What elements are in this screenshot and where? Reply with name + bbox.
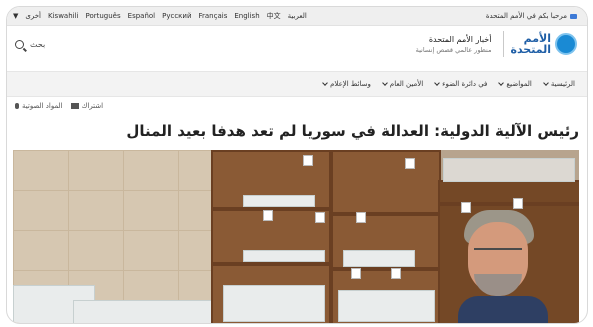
photo-paper-stack [343,250,415,267]
nav-items: الرئيسية المواضيع في دائرة الضوء الأمين … [322,80,587,88]
un-logo-text: الأمم المتحدة [510,33,551,55]
mail-icon [70,103,79,109]
audio-label: المواد الصوتية [22,102,63,110]
photo-label-tag [303,155,313,166]
nav-label: الرئيسية [550,80,575,88]
language-bar: ▼ أخرى Kiswahili Português Español Русск… [7,7,587,26]
nav-label: في دائرة الضوء [442,80,488,88]
nav-item-home[interactable]: الرئيسية [543,80,575,88]
site-title-block: أخبار الأمم المتحدة منظور عالمي قصص إنسا… [416,35,492,54]
nav-label: الأمين العام [389,80,424,88]
photo-person-beard [474,274,522,296]
nav-item-media[interactable]: وسائط الإعلام [322,80,371,88]
search-button[interactable]: بحث [15,40,45,49]
photo-paper-stack [243,195,315,207]
photo-label-tag [351,268,361,279]
language-list: ▼ أخرى Kiswahili Português Español Русск… [7,11,307,21]
un-emblem-icon [555,33,577,55]
subscribe-link[interactable]: اشتراك [70,102,104,110]
language-more[interactable]: أخرى [25,12,41,20]
photo-paper-stack [243,250,325,262]
language-espanol[interactable]: Español [128,12,155,20]
chevron-down-icon [322,80,328,86]
chevron-down-icon [382,80,388,86]
share-row: المواد الصوتية اشتراك [15,102,103,110]
photo-label-tag [513,198,523,209]
subscribe-label: اشتراك [81,102,104,110]
photo-label-tag [391,268,401,279]
photo-person-shirt [458,296,548,323]
chevron-down-icon [434,80,441,86]
nav-item-spotlight[interactable]: في دائرة الضوء [434,80,488,88]
nav-label: المواضيع [506,80,532,88]
nav-label: وسائط الإعلام [330,80,371,88]
un-flag-icon [570,13,577,19]
photo-label-tag [405,158,415,169]
brand[interactable]: الأمم المتحدة أخبار الأمم المتحدة منظور … [416,31,577,57]
chevron-down-icon[interactable]: ▼ [13,12,18,20]
audio-link[interactable]: المواد الصوتية [15,102,63,110]
brand-header: بحث الأمم المتحدة أخبار الأمم المتحدة من… [7,26,587,70]
search-icon [15,40,24,49]
language-french[interactable]: Français [199,12,228,20]
photo-paper-stack [443,158,575,182]
language-arabic[interactable]: العربية [288,12,307,20]
chevron-down-icon [498,80,505,86]
photo-paper-stack [223,285,325,322]
photo-shelf-board [213,262,329,266]
welcome-text: مرحبا بكم في الأمم المتحدة [485,12,567,20]
nav-item-topics[interactable]: المواضيع [498,80,532,88]
photo-paper-stack [73,300,215,323]
photo-label-tag [356,212,366,223]
chevron-down-icon [543,80,549,86]
photo-shelf-board [333,212,439,216]
search-label: بحث [30,40,46,49]
site-title: أخبار الأمم المتحدة [428,34,492,44]
photo-shelf-board [333,267,439,271]
photo-label-tag [315,212,325,223]
welcome-message[interactable]: مرحبا بكم في الأمم المتحدة [486,12,587,20]
language-chinese[interactable]: 中文 [267,11,281,21]
article-headline: رئيس الآلية الدولية: العدالة في سوريا لم… [126,122,579,140]
language-russian[interactable]: Русский [162,12,191,20]
language-portugues[interactable]: Português [85,12,120,20]
article-photo [13,150,579,323]
language-english[interactable]: English [234,12,259,20]
photo-paper-stack [338,290,435,322]
page-card: ▼ أخرى Kiswahili Português Español Русск… [6,6,588,324]
site-subtitle: منظور عالمي قصص إنسانية [415,45,492,54]
nav-item-secretary-general[interactable]: الأمين العام [382,80,424,88]
brand-divider [503,31,505,57]
microphone-icon [15,103,19,109]
photo-label-tag [263,210,273,221]
language-kiswahili[interactable]: Kiswahili [48,12,78,20]
logo-line2: المتحدة [510,43,551,56]
main-nav: الرئيسية المواضيع في دائرة الضوء الأمين … [7,71,587,97]
photo-person-glasses [474,248,522,258]
photo-person [458,210,548,323]
